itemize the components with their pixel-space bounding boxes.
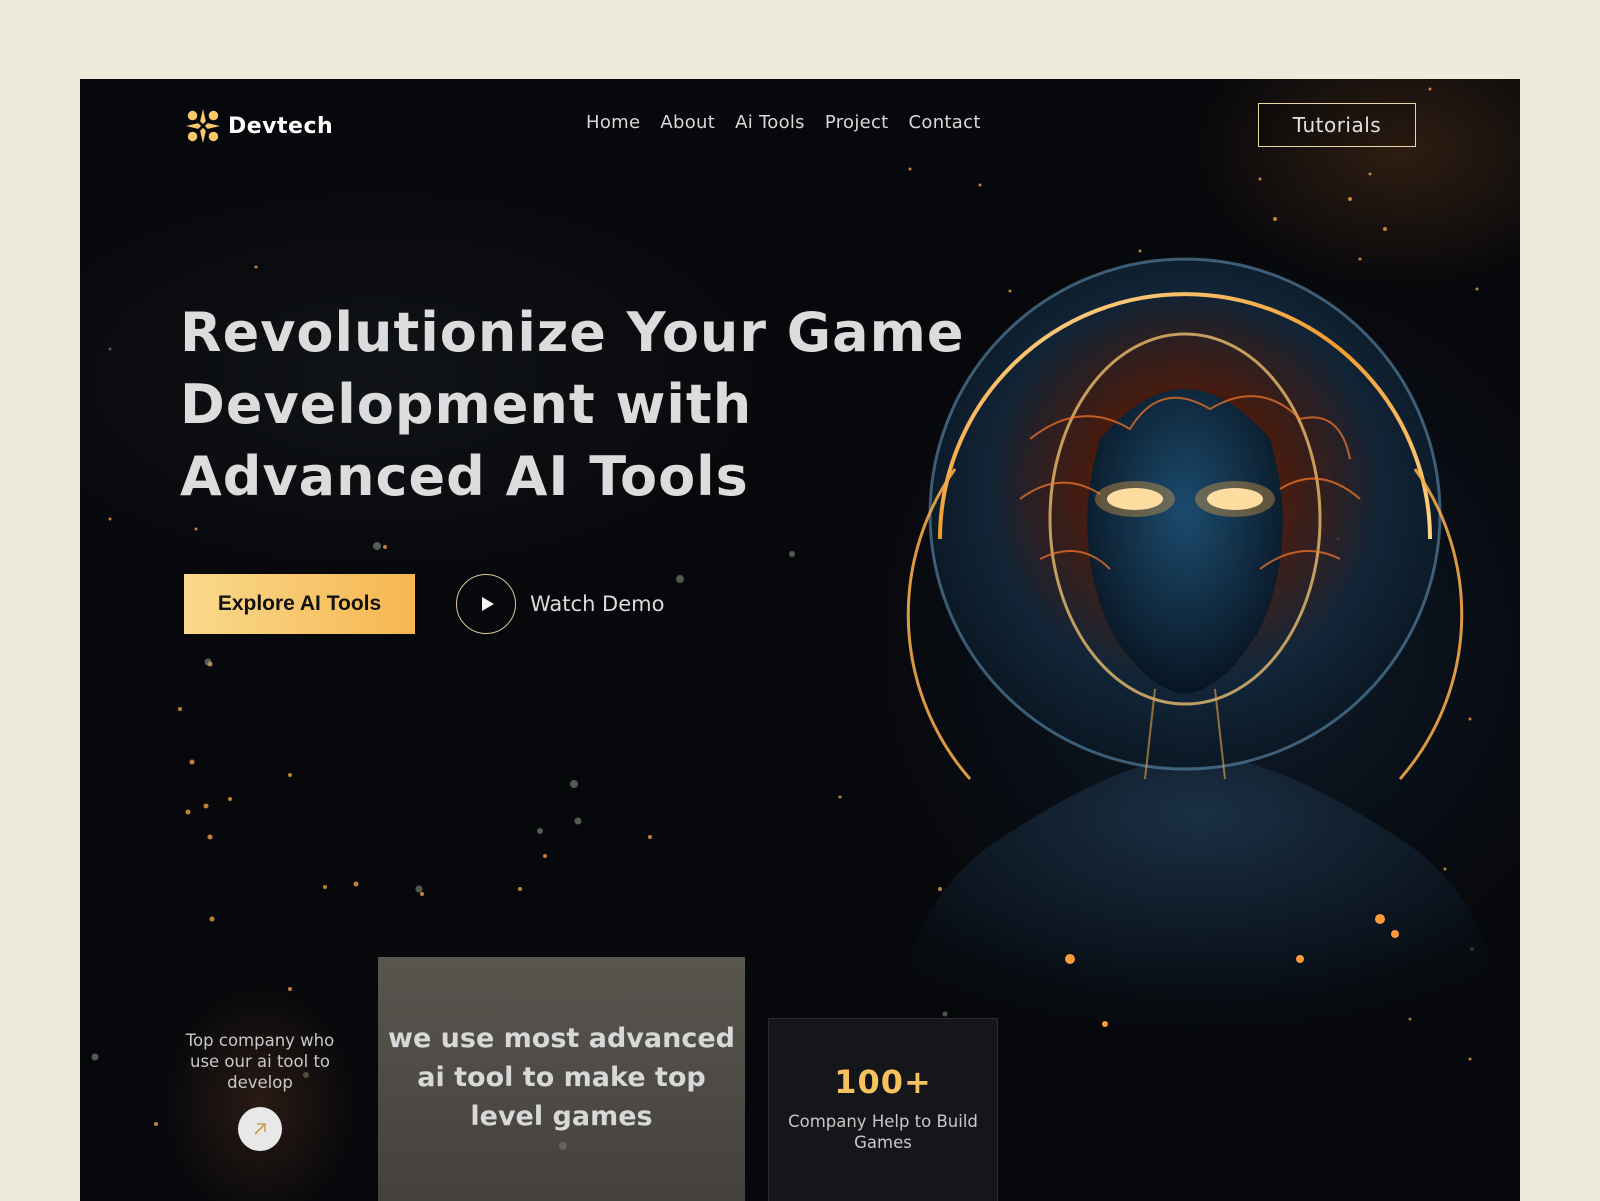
arrow-button[interactable] <box>238 1107 282 1151</box>
tutorials-button[interactable]: Tutorials <box>1258 103 1416 147</box>
nav-about[interactable]: About <box>660 112 715 133</box>
play-button[interactable] <box>456 574 516 634</box>
hero-frame: Devtech Home About Ai Tools Project Cont… <box>80 79 1520 1201</box>
main-nav: Home About Ai Tools Project Contact <box>586 112 981 133</box>
brand-logo[interactable]: Devtech <box>184 107 333 145</box>
advanced-tool-text: we use most advanced ai tool to make top… <box>388 1023 735 1132</box>
hero-title: Revolutionize Your Game Development with… <box>180 297 980 513</box>
explore-ai-tools-button[interactable]: Explore AI Tools <box>184 574 415 634</box>
play-icon <box>481 597 494 611</box>
stat-value: 100+ <box>834 1063 932 1101</box>
stat-label: Company Help to Build Games <box>788 1112 978 1152</box>
nav-home[interactable]: Home <box>586 112 640 133</box>
nav-ai-tools[interactable]: Ai Tools <box>735 112 805 133</box>
nav-contact[interactable]: Contact <box>909 112 981 133</box>
stat-card: 100+ Company Help to Build Games <box>768 1018 998 1201</box>
advanced-tool-card: we use most advanced ai tool to make top… <box>378 957 745 1201</box>
watch-demo-label: Watch Demo <box>530 592 665 616</box>
hero-title-line: Revolutionize Your Game <box>180 301 965 364</box>
brand-name: Devtech <box>228 113 334 139</box>
hero-title-line: Development with <box>180 373 753 436</box>
sparkle-logo-icon <box>185 108 221 144</box>
top-company-card: Top company who use our ai tool to devel… <box>160 954 360 1201</box>
nav-project[interactable]: Project <box>825 112 889 133</box>
top-company-text: Top company who use our ai tool to devel… <box>185 1031 335 1092</box>
arrow-up-right-icon <box>254 1123 266 1135</box>
watch-demo-button[interactable]: Watch Demo <box>456 574 664 634</box>
hero-title-line: Advanced AI Tools <box>180 445 749 508</box>
